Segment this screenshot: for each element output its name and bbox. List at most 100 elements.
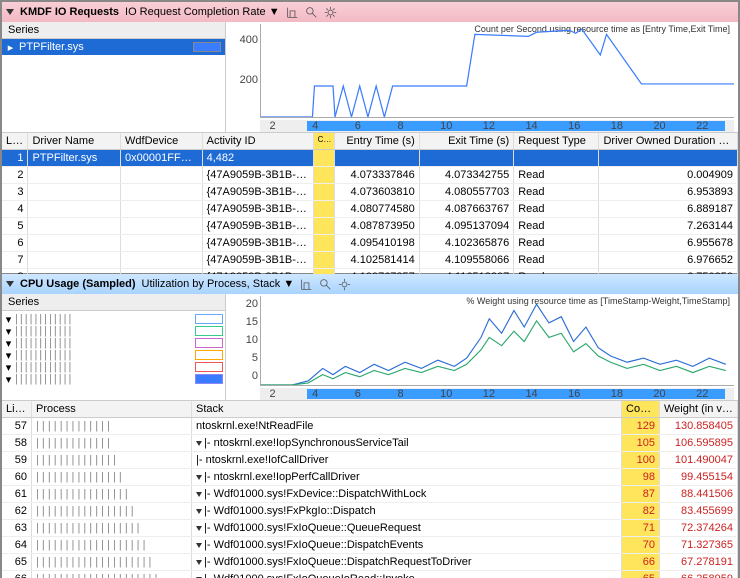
cpu-row[interactable]: 58| | | | | | | | | | | | | |- ntoskrnl.…: [2, 435, 738, 452]
kmdf-header[interactable]: KMDF IO Requests IO Request Completion R…: [2, 2, 738, 22]
col-weight[interactable]: Weight (in view) (...: [660, 401, 738, 417]
collapse-icon[interactable]: [6, 281, 14, 287]
tree-guide: |: [54, 313, 57, 325]
tree-guide: |: [20, 325, 23, 337]
cpu-row[interactable]: 66| | | | | | | | | | | | | | | | | | | …: [2, 571, 738, 578]
tree-guide: |: [30, 337, 33, 349]
legend-row[interactable]: ▾||||||||||||: [4, 349, 223, 361]
expand-icon[interactable]: [196, 560, 202, 565]
io-row[interactable]: 5{47A9059B-3B1B-00...4.0878739504.095137…: [2, 218, 738, 235]
tree-guide: |: [68, 349, 71, 361]
legend-row[interactable]: ▾||||||||||||: [4, 313, 223, 325]
io-plot[interactable]: [260, 24, 734, 118]
gear-icon[interactable]: [338, 278, 351, 291]
col-wdfdevice[interactable]: WdfDevice: [121, 133, 203, 149]
tree-guide: |: [20, 373, 23, 385]
cpu-subtitle[interactable]: Utilization by Process, Stack ▼: [142, 278, 295, 290]
cpu-header[interactable]: CPU Usage (Sampled) Utilization by Proce…: [2, 274, 738, 294]
cpu-row[interactable]: 61| | | | | | | | | | | | | | | | |- Wdf…: [2, 486, 738, 503]
kmdf-io-pane: KMDF IO Requests IO Request Completion R…: [1, 1, 739, 273]
cpu-grid-header[interactable]: Line # Process Stack Count Sum Weight (i…: [2, 400, 738, 418]
tree-guide: |: [15, 373, 18, 385]
expand-icon[interactable]: [196, 526, 202, 531]
io-row[interactable]: 7{47A9059B-3B1B-00...4.1025814144.109558…: [2, 252, 738, 269]
tree-guide: |: [39, 349, 42, 361]
stack-cell: |- ntoskrnl.exe!IofCallDriver: [192, 452, 622, 468]
series-expand-icon[interactable]: ▸: [6, 43, 15, 52]
tree-guide: |: [15, 361, 18, 373]
expand-icon[interactable]: [196, 441, 202, 446]
col-entry[interactable]: Entry Time (s): [335, 133, 420, 149]
chevron-down-icon[interactable]: ▾: [4, 375, 13, 384]
cpu-plot[interactable]: [260, 296, 734, 386]
col-stack[interactable]: Stack: [192, 401, 622, 417]
tree-guide: |: [64, 349, 67, 361]
io-row[interactable]: 2{47A9059B-3B1B-00...4.0733378464.073342…: [2, 167, 738, 184]
cpu-row[interactable]: 62| | | | | | | | | | | | | | | | | |- W…: [2, 503, 738, 520]
chevron-down-icon[interactable]: ▾: [4, 363, 13, 372]
legend-swatch: [195, 314, 223, 324]
tree-guide: |: [59, 373, 62, 385]
zoom-icon[interactable]: [286, 6, 299, 19]
cpu-row[interactable]: 64| | | | | | | | | | | | | | | | | | | …: [2, 537, 738, 554]
cpu-row[interactable]: 63| | | | | | | | | | | | | | | | | | |-…: [2, 520, 738, 537]
col-exit[interactable]: Exit Time (s): [420, 133, 514, 149]
cpu-row[interactable]: 57| | | | | | | | | | | | | ntoskrnl.exe…: [2, 418, 738, 435]
io-row[interactable]: 3{47A9059B-3B1B-00...4.0736038104.080557…: [2, 184, 738, 201]
col-activity[interactable]: Activity ID: [203, 133, 314, 149]
expand-icon[interactable]: [196, 492, 202, 497]
col-count[interactable]: Count: [314, 133, 335, 149]
chevron-down-icon[interactable]: ▾: [4, 339, 13, 348]
tree-guide: |: [64, 313, 67, 325]
col-driver[interactable]: Driver Name: [28, 133, 121, 149]
cpu-grid-body[interactable]: 57| | | | | | | | | | | | | ntoskrnl.exe…: [2, 418, 738, 578]
tree-guide: |: [34, 349, 37, 361]
legend-row[interactable]: ▾||||||||||||: [4, 373, 223, 385]
io-row[interactable]: 1PTPFilter.sys0x00001FFE167...4,482: [2, 150, 738, 167]
cpu-title: CPU Usage (Sampled): [20, 278, 136, 290]
legend-row[interactable]: ▾||||||||||||: [4, 361, 223, 373]
stack-cell: |- Wdf01000.sys!FxIoQueue::DispatchEvent…: [192, 537, 622, 553]
series-row-ptpfilter[interactable]: ▸ PTPFilter.sys: [2, 39, 225, 55]
series-name: PTPFilter.sys: [19, 41, 84, 53]
cpu-row[interactable]: 60| | | | | | | | | | | | | | | |- ntosk…: [2, 469, 738, 486]
io-row[interactable]: 4{47A9059B-3B1B-00...4.0807745804.087663…: [2, 201, 738, 218]
zoom-icon[interactable]: [300, 278, 313, 291]
legend-swatch: [195, 374, 223, 384]
col-reqtype[interactable]: Request Type: [514, 133, 599, 149]
collapse-icon[interactable]: [6, 9, 14, 15]
tree-guide: |: [34, 337, 37, 349]
cpu-row[interactable]: 65| | | | | | | | | | | | | | | | | | | …: [2, 554, 738, 571]
cpu-series-panel: Series ▾||||||||||||▾||||||||||||▾||||||…: [2, 294, 226, 400]
io-grid-header[interactable]: Line # Driver Name WdfDevice Activity ID…: [2, 132, 738, 150]
chevron-down-icon[interactable]: ▾: [4, 315, 13, 324]
cpu-row[interactable]: 59| | | | | | | | | | | | | | |- ntoskrn…: [2, 452, 738, 469]
search-icon[interactable]: [319, 278, 332, 291]
io-series-panel: Series ▸ PTPFilter.sys: [2, 22, 226, 132]
io-row[interactable]: 6{47A9059B-3B1B-00...4.0954101984.102365…: [2, 235, 738, 252]
expand-icon[interactable]: [196, 543, 202, 548]
tree-guide: |: [30, 361, 33, 373]
tree-guide: |: [59, 313, 62, 325]
search-icon[interactable]: [305, 6, 318, 19]
expand-icon[interactable]: [196, 475, 202, 480]
tree-guide: |: [20, 313, 23, 325]
tree-guide: |: [44, 325, 47, 337]
col-process[interactable]: Process: [32, 401, 192, 417]
legend-row[interactable]: ▾||||||||||||: [4, 325, 223, 337]
kmdf-subtitle[interactable]: IO Request Completion Rate ▼: [125, 6, 280, 18]
col-duration[interactable]: Driver Owned Duration (ms): [599, 133, 738, 149]
expand-icon[interactable]: [196, 509, 202, 514]
col-line[interactable]: Line #: [2, 401, 32, 417]
gear-icon[interactable]: [324, 6, 337, 19]
io-grid-body[interactable]: 1PTPFilter.sys0x00001FFE167...4,4822{47A…: [2, 150, 738, 274]
tree-guide: |: [30, 349, 33, 361]
io-row[interactable]: 8{47A9059B-3B1B-00...4.1097673574.116518…: [2, 269, 738, 274]
tree-guide: |: [44, 313, 47, 325]
col-line[interactable]: Line #: [2, 133, 28, 149]
tree-guide: |: [68, 361, 71, 373]
chevron-down-icon[interactable]: ▾: [4, 351, 13, 360]
col-count[interactable]: Count Sum: [622, 401, 660, 417]
chevron-down-icon[interactable]: ▾: [4, 327, 13, 336]
legend-row[interactable]: ▾||||||||||||: [4, 337, 223, 349]
